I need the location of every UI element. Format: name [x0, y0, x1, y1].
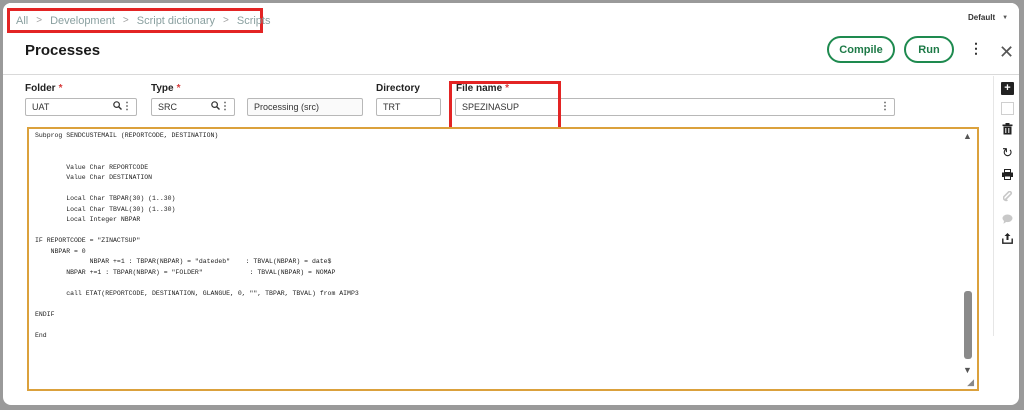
chevron-right-icon: > [223, 15, 229, 26]
comment-icon[interactable] [1001, 212, 1014, 225]
app-window: All > Development > Script dictionary > … [3, 3, 1019, 405]
directory-field[interactable]: TRT [376, 98, 441, 116]
triangle-down-icon[interactable]: ▼ [963, 365, 972, 375]
breadcrumb-item-development[interactable]: Development [50, 15, 115, 27]
file-name-highlight [449, 81, 561, 130]
search-icon[interactable] [211, 101, 220, 113]
compile-button[interactable]: Compile [827, 36, 895, 63]
directory-value: TRT [383, 102, 401, 112]
folder-value: UAT [32, 102, 50, 112]
type-value: SRC [158, 102, 178, 112]
type-description-value: Processing (src) [254, 102, 320, 112]
resize-handle-icon[interactable]: ◢ [967, 377, 974, 388]
plus-icon[interactable]: + [1001, 82, 1014, 95]
folder-field[interactable]: UAT ⋮ [25, 98, 137, 116]
scrollbar-thumb[interactable] [964, 291, 972, 359]
more-vertical-icon[interactable]: ⋮ [880, 101, 890, 112]
header: All > Development > Script dictionary > … [3, 3, 1019, 75]
breadcrumb-item-script-dictionary[interactable]: Script dictionary [137, 15, 215, 27]
refresh-icon[interactable]: ↻ [1001, 146, 1014, 159]
breadcrumb-item-scripts[interactable]: Scripts [237, 15, 271, 27]
required-marker: * [58, 83, 63, 94]
directory-label: Directory [376, 83, 420, 94]
run-button[interactable]: Run [904, 36, 954, 63]
code-editor[interactable]: Subprog SENDCUSTEMAIL (REPORTCODE, DESTI… [27, 127, 979, 391]
search-icon[interactable] [113, 101, 122, 113]
more-vertical-icon[interactable]: ⋮ [969, 41, 983, 55]
more-vertical-icon[interactable]: ⋮ [220, 101, 230, 112]
code-editor-text[interactable]: Subprog SENDCUSTEMAIL (REPORTCODE, DESTI… [35, 131, 359, 341]
page-title: Processes [25, 42, 101, 59]
more-vertical-icon[interactable]: ⋮ [122, 101, 132, 112]
required-marker: * [176, 83, 181, 94]
type-field[interactable]: SRC ⋮ [151, 98, 235, 116]
breadcrumb-item-all[interactable]: All [16, 15, 28, 27]
print-icon[interactable] [1001, 168, 1014, 181]
breadcrumb: All > Development > Script dictionary > … [7, 8, 270, 33]
chevron-right-icon: > [122, 15, 129, 26]
right-toolbar: + ↻ [993, 76, 1019, 336]
folder-label: Folder * [25, 83, 63, 94]
attachment-icon[interactable] [1001, 190, 1014, 203]
type-label: Type * [151, 83, 181, 94]
caret-down-icon: ▼ [1002, 14, 1009, 21]
close-icon[interactable]: ✕ [999, 43, 1014, 61]
editor-scrollbar[interactable]: ▲ ▼ [963, 131, 973, 375]
triangle-up-icon[interactable]: ▲ [963, 131, 972, 141]
new-record-icon[interactable] [1001, 102, 1014, 115]
chevron-right-icon: > [36, 15, 43, 26]
delete-icon[interactable] [1001, 122, 1014, 135]
profile-selector-label: Default [968, 13, 996, 22]
export-icon[interactable] [1001, 232, 1014, 245]
type-description-field: Processing (src) [247, 98, 363, 116]
profile-selector[interactable]: Default ▼ [968, 13, 1008, 22]
